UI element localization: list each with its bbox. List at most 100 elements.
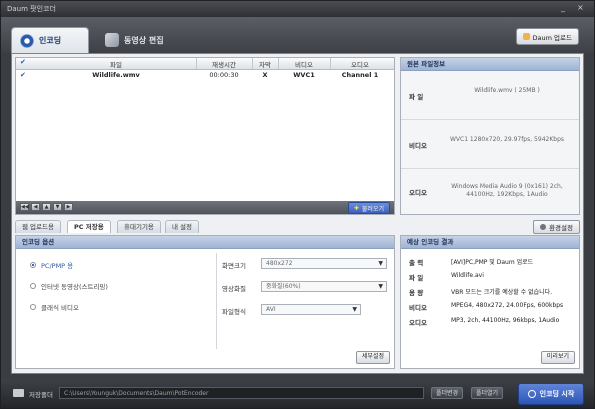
estimate-panel: 예상 인코딩 결과 출 력 [AVI]PC,PMP 및 Daum 업로드 파 일… [400, 235, 580, 369]
estimate-value: MPEG4, 480x272, 24.00Fps, 600kbps [451, 302, 564, 309]
info-value: Wildlife.wmv ( 25MB ) [474, 87, 540, 94]
col-audio[interactable]: 오디오 [330, 59, 390, 69]
select-all-checkbox[interactable]: ✔ [20, 58, 26, 66]
move-first-button[interactable]: ◀◀ [20, 203, 29, 211]
radio-label: 클래식 비디오 [41, 304, 79, 312]
close-button[interactable]: × [577, 3, 584, 12]
source-info-panel: 원본 파일정보 파 일 Wildlife.wmv ( 25MB ) 비디오 WV… [400, 57, 580, 215]
info-key: 비디오 [409, 142, 427, 150]
tab-video-edit-label: 동영상 편집 [124, 35, 164, 45]
chevron-down-icon: ▼ [378, 260, 383, 267]
chevron-down-icon: ▼ [352, 306, 357, 313]
tab-video-edit[interactable]: 동영상 편집 [97, 27, 187, 53]
move-last-button[interactable]: ▶ [64, 203, 73, 211]
estimate-value: Wildlife.avi [451, 272, 484, 279]
estimate-value: [AVI]PC,PMP 및 Daum 업로드 [451, 259, 534, 266]
estimate-key: 용 량 [409, 289, 424, 297]
estimate-row: 파 일 Wildlife.avi [401, 269, 579, 283]
gear-icon [540, 224, 547, 230]
main-tab-bar: 인코딩 동영상 편집 Daum 업로드 [1, 17, 594, 53]
radio-pc-pmp[interactable]: PC/PMP 용 [30, 260, 73, 270]
quality-label: 영상화질 [222, 285, 246, 293]
preset-tabs: 웹 업로드용 PC 저장용 휴대기기용 내 설정 환경설정 [15, 220, 580, 234]
minimize-button[interactable]: _ [561, 3, 565, 12]
preview-button[interactable]: 미리보기 [540, 351, 575, 364]
move-down-button[interactable]: ▼ [53, 203, 62, 211]
info-row-file: 파 일 Wildlife.wmv ( 25MB ) [401, 71, 579, 120]
select-value: 480x272 [266, 260, 293, 267]
info-value: Windows Media Audio 9 (0x161) 2ch, 44100… [451, 183, 563, 198]
source-info-title: 원본 파일정보 [401, 58, 579, 71]
title-bar: Daum 팟인코더 _ × [1, 1, 594, 17]
quality-select[interactable]: 중화질(60%) ▼ [261, 281, 387, 292]
move-up-button[interactable]: ▲ [42, 203, 51, 211]
select-value: 중화질(60%) [266, 283, 301, 290]
content-area: ✔ 파일 재생시간 자막 비디오 오디오 ✔ Wildlife.wmv 00:0… [11, 53, 584, 374]
change-folder-button[interactable]: 폴더변경 [431, 387, 464, 399]
app-window: Daum 팟인코더 _ × 인코딩 동영상 편집 Daum 업로드 ✔ 파일 재… [0, 0, 595, 409]
estimate-value: MP3, 2ch, 44100Hz, 96kbps, 1Audio [451, 317, 560, 324]
estimate-row: 용 량 VBR 모드는 크기를 예상할 수 없습니다. [401, 284, 579, 298]
add-file-label: 불러오기 [361, 205, 384, 213]
daum-upload-button[interactable]: Daum 업로드 [515, 28, 579, 45]
row-file: Wildlife.wmv [92, 71, 140, 79]
col-duration[interactable]: 재생시간 [196, 59, 252, 69]
tab-mobile[interactable]: 휴대기기용 [117, 220, 161, 233]
divider [216, 253, 217, 349]
info-value: WVC1 1280x720, 29.97fps, 5942Kbps [449, 136, 565, 143]
info-key: 파 일 [409, 93, 424, 101]
tab-encoding[interactable]: 인코딩 [11, 27, 89, 53]
file-list-toolbar: ◀◀ ◀ ▲ ▼ ▶ ✚ 불러오기 [16, 201, 394, 214]
save-folder-label: 저장폴더 [29, 391, 53, 399]
estimate-key: 파 일 [409, 274, 424, 282]
radio-streaming[interactable]: 인터넷 동영상(스트리밍) [30, 281, 108, 291]
row-checkbox[interactable]: ✔ [20, 71, 26, 79]
estimate-key: 오디오 [409, 319, 427, 327]
radio-classic-video[interactable]: 클래식 비디오 [30, 302, 79, 312]
encoding-options-title: 인코딩 옵션 [16, 236, 394, 249]
save-path-field[interactable]: C:\Users\Younguk\Documents\Daum\PotEncod… [59, 387, 424, 399]
estimate-row: 오디오 MP3, 2ch, 44100Hz, 96kbps, 1Audio [401, 314, 579, 328]
upload-icon [522, 33, 530, 40]
row-video: WVC1 [293, 71, 315, 79]
file-table-header: ✔ 파일 재생시간 자막 비디오 오디오 [16, 58, 394, 70]
tab-web-upload[interactable]: 웹 업로드용 [15, 220, 61, 233]
row-subtitle: X [262, 71, 268, 79]
col-subtitle[interactable]: 자막 [252, 59, 278, 69]
estimate-title: 예상 인코딩 결과 [401, 236, 579, 249]
estimate-value: VBR 모드는 크기를 예상할 수 없습니다. [451, 289, 553, 296]
start-encoding-button[interactable]: 인코딩 시작 [518, 383, 584, 405]
move-prev-button[interactable]: ◀ [31, 203, 40, 211]
scissors-icon [105, 33, 119, 47]
col-file[interactable]: 파일 [36, 59, 196, 69]
window-title: Daum 팟인코더 [7, 5, 56, 13]
row-duration: 00:00:30 [209, 71, 239, 79]
screen-size-select[interactable]: 480x272 ▼ [261, 258, 387, 269]
radio-label: 인터넷 동영상(스트리밍) [41, 283, 108, 291]
select-value: AVI [266, 306, 276, 313]
chevron-down-icon: ▼ [378, 283, 383, 290]
add-file-button[interactable]: ✚ 불러오기 [347, 202, 390, 214]
tab-my-settings[interactable]: 내 설정 [165, 220, 200, 233]
tab-pc-save[interactable]: PC 저장용 [67, 220, 111, 233]
estimate-row: 출 력 [AVI]PC,PMP 및 Daum 업로드 [401, 254, 579, 268]
estimate-key: 비디오 [409, 304, 427, 312]
file-list-panel: ✔ 파일 재생시간 자막 비디오 오디오 ✔ Wildlife.wmv 00:0… [15, 57, 395, 215]
radio-dot [30, 283, 36, 289]
environment-settings-button[interactable]: 환경설정 [533, 220, 580, 234]
screen-size-label: 화면크기 [222, 262, 246, 270]
col-video[interactable]: 비디오 [278, 59, 330, 69]
radio-label: PC/PMP 용 [41, 262, 74, 270]
detail-settings-button[interactable]: 세부설정 [355, 351, 390, 364]
info-row-audio: 오디오 Windows Media Audio 9 (0x161) 2ch, 4… [401, 169, 579, 214]
open-folder-button[interactable]: 폴더열기 [471, 387, 504, 399]
estimate-row: 비디오 MPEG4, 480x272, 24.00Fps, 600kbps [401, 299, 579, 313]
info-key: 오디오 [409, 189, 427, 197]
plus-icon: ✚ [353, 204, 359, 212]
row-audio: Channel 1 [341, 71, 379, 79]
radio-dot [30, 262, 36, 268]
folder-icon [13, 389, 24, 397]
encoding-options-panel: 인코딩 옵션 PC/PMP 용 인터넷 동영상(스트리밍) 클래식 비디오 화면… [15, 235, 395, 369]
table-row[interactable]: ✔ Wildlife.wmv 00:00:30 X WVC1 Channel 1 [16, 70, 394, 81]
file-format-select[interactable]: AVI ▼ [261, 304, 361, 315]
